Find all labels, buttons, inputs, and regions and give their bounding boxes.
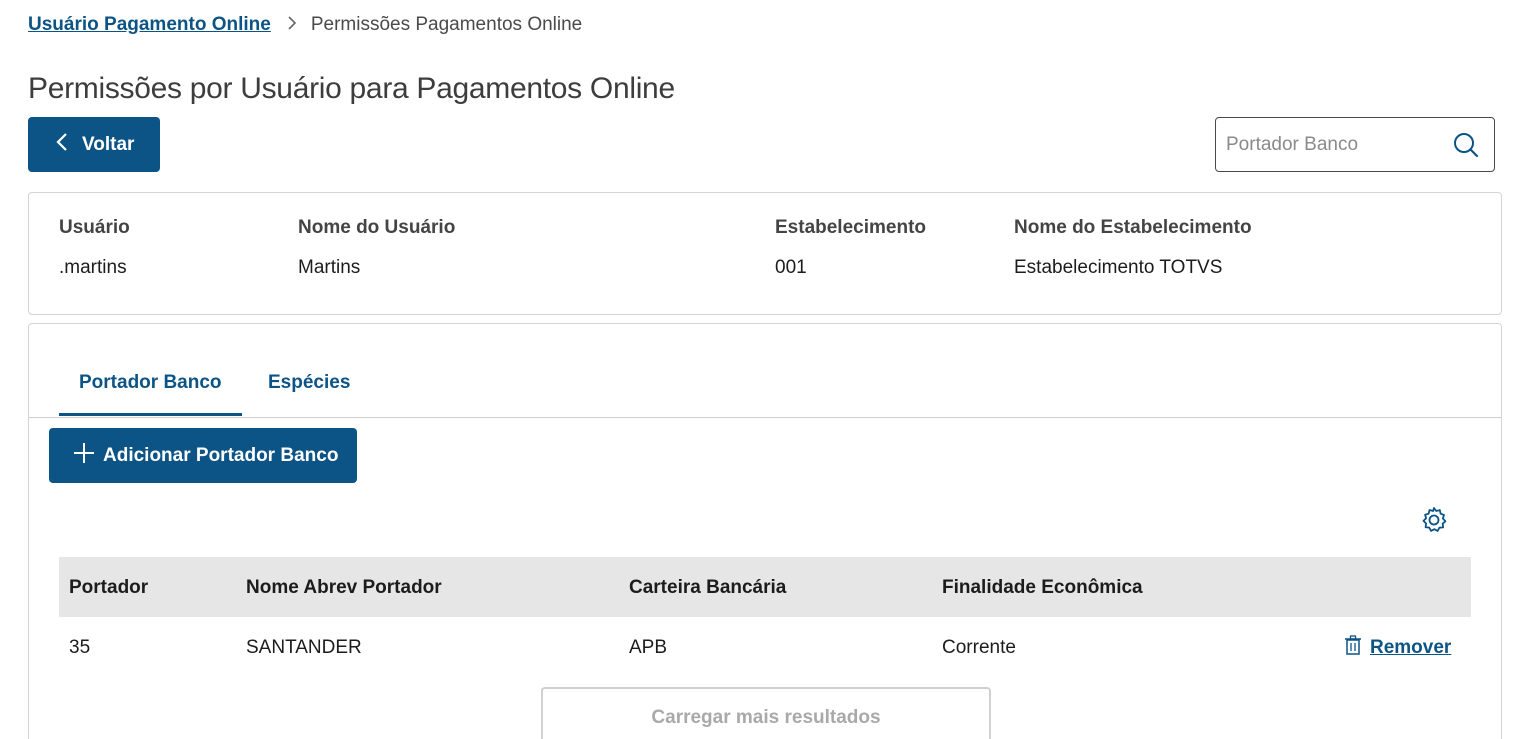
info-usuario: Usuário .martins	[59, 217, 130, 279]
cell-portador: 35	[69, 637, 91, 658]
remove-button[interactable]: Remover	[1344, 635, 1451, 661]
tab-bar: Portador Banco Espécies	[29, 324, 1501, 418]
plus-icon	[73, 442, 95, 470]
add-portador-button[interactable]: Adicionar Portador Banco	[49, 428, 357, 483]
info-estabelecimento: Estabelecimento 001	[775, 217, 926, 279]
breadcrumb: Usuário Pagamento Online Permissões Paga…	[28, 13, 582, 37]
chevron-left-icon	[56, 132, 68, 158]
tab-portador-banco[interactable]: Portador Banco	[59, 372, 241, 416]
add-portador-label: Adicionar Portador Banco	[103, 444, 339, 466]
column-header-nome-abrev[interactable]: Nome Abrev Portador	[246, 577, 442, 599]
search-icon[interactable]	[1452, 131, 1480, 159]
info-nome-estabelecimento: Nome do Estabelecimento Estabelecimento …	[1014, 217, 1252, 279]
search-box	[1215, 117, 1495, 172]
info-label: Estabelecimento	[775, 217, 926, 238]
info-label: Usuário	[59, 217, 130, 238]
info-value: Martins	[298, 257, 361, 278]
breadcrumb-current: Permissões Pagamentos Online	[310, 14, 583, 35]
cell-carteira: APB	[629, 637, 668, 658]
load-more-button[interactable]: Carregar mais resultados	[541, 687, 991, 739]
info-label: Nome do Usuário	[298, 217, 456, 238]
column-header-portador[interactable]: Portador	[69, 577, 148, 599]
cell-finalidade: Corrente	[942, 637, 1016, 658]
column-header-carteira[interactable]: Carteira Bancária	[629, 577, 786, 599]
trash-icon	[1344, 635, 1370, 661]
tabs-card: Portador Banco Espécies Adicionar Portad…	[28, 323, 1502, 739]
info-value: 001	[775, 257, 807, 278]
info-nome-usuario: Nome do Usuário Martins	[298, 217, 455, 279]
breadcrumb-link-usuario-pagamento[interactable]: Usuário Pagamento Online	[28, 14, 271, 36]
back-button[interactable]: Voltar	[28, 117, 160, 172]
info-value: .martins	[59, 257, 127, 278]
gear-icon[interactable]	[1420, 506, 1448, 534]
search-input[interactable]	[1226, 133, 1446, 156]
back-button-label: Voltar	[82, 133, 135, 155]
column-header-finalidade[interactable]: Finalidade Econômica	[942, 577, 1143, 599]
tab-especies[interactable]: Espécies	[268, 372, 350, 394]
remove-label: Remover	[1370, 637, 1452, 658]
cell-nome-abrev: SANTANDER	[246, 637, 362, 658]
table-header: Portador Nome Abrev Portador Carteira Ba…	[59, 557, 1471, 617]
table-row: 35 SANTANDER APB Corrente Remover	[59, 617, 1471, 677]
info-label: Nome do Estabelecimento	[1014, 217, 1252, 238]
info-value: Estabelecimento TOTVS	[1014, 257, 1223, 278]
page-title: Permissões por Usuário para Pagamentos O…	[28, 72, 675, 105]
portador-table: Portador Nome Abrev Portador Carteira Ba…	[59, 557, 1471, 677]
user-info-card: Usuário .martins Nome do Usuário Martins…	[28, 192, 1502, 315]
chevron-right-icon	[287, 14, 297, 36]
